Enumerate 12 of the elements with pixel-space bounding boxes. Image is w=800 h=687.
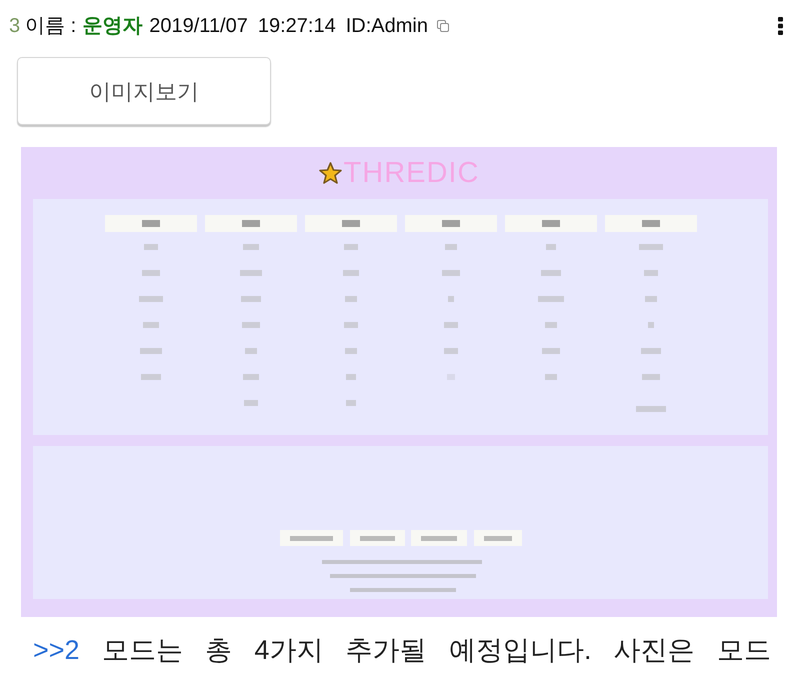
post-time: 19:27:14	[258, 14, 336, 39]
author-name: 운영자	[82, 14, 142, 39]
star-icon	[318, 162, 342, 184]
name-label: 이름 :	[25, 14, 76, 39]
message-text: >>2 모드는 총 4가지 추가될 예정입니다. 사진은 모드	[33, 634, 771, 667]
more-menu-icon[interactable]	[778, 17, 783, 35]
copy-icon[interactable]	[436, 20, 449, 32]
reply-link[interactable]: >>2	[33, 635, 80, 665]
view-image-button[interactable]: 이미지보기	[17, 57, 271, 125]
user-id: ID:Admin	[346, 14, 428, 39]
post-date: 2019/11/07	[149, 14, 248, 39]
post-number: 3	[9, 14, 20, 39]
